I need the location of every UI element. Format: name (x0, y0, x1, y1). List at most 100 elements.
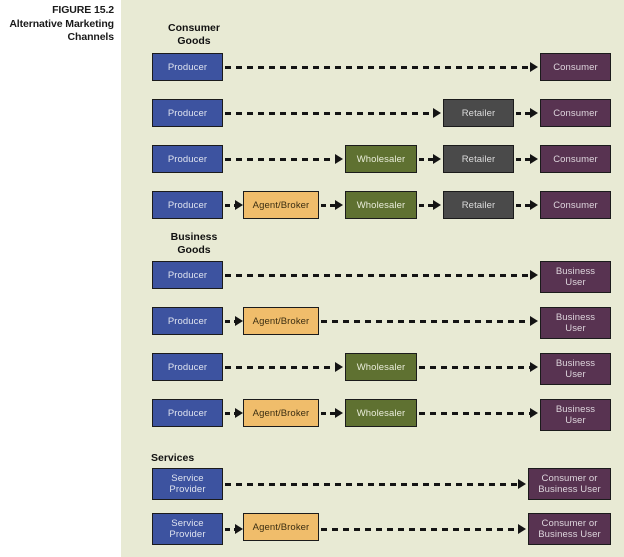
node-consumer[interactable]: Consumer (540, 53, 611, 81)
figure-title-line-2: Channels (67, 31, 115, 43)
node-label: Producer (167, 153, 208, 165)
node-label: Consumer or Business User (536, 473, 603, 495)
connector-wholesaler-to-retailer (419, 154, 441, 164)
node-label: Business User (554, 358, 597, 380)
node-label: Agent/Broker (252, 407, 310, 419)
connector-producer-to-wholesaler (225, 362, 343, 372)
node-label: Wholesaler (356, 199, 406, 211)
node-label: Consumer (553, 61, 598, 73)
node-producer[interactable]: Producer (152, 307, 223, 335)
node-wholesaler[interactable]: Wholesaler (345, 191, 417, 219)
node-label-line-2: Provider (169, 484, 206, 495)
node-label: Service Provider (167, 518, 207, 540)
node-business-user[interactable]: Business User (540, 399, 611, 431)
node-label: Agent/Broker (252, 199, 310, 211)
node-agent-broker[interactable]: Agent/Broker (243, 399, 319, 427)
node-business-user[interactable]: Business User (540, 353, 611, 385)
figure-caption: FIGURE 15.2 Alternative Marketing Channe… (0, 4, 114, 45)
node-label: Producer (167, 61, 208, 73)
node-wholesaler[interactable]: Wholesaler (345, 353, 417, 381)
connector-retailer-to-consumer (516, 200, 538, 210)
section-title-consumer-goods: Consumer Goods (157, 22, 231, 47)
section-title-services: Services (151, 452, 237, 465)
connector-producer-to-agent-broker (225, 316, 243, 326)
node-consumer[interactable]: Consumer (540, 191, 611, 219)
node-producer[interactable]: Producer (152, 191, 223, 219)
node-label-line-1: Service (171, 473, 204, 484)
node-retailer[interactable]: Retailer (443, 145, 514, 173)
node-label-line-1: Business (555, 266, 596, 277)
node-label-line-1: Business (555, 312, 596, 323)
node-service-provider[interactable]: Service Provider (152, 468, 223, 500)
node-producer[interactable]: Producer (152, 261, 223, 289)
diagram-panel: Consumer Goods Producer Consumer Produce… (121, 0, 624, 557)
section-title-line-1: Services (151, 452, 195, 464)
node-label-line-1: Business (555, 358, 596, 369)
node-business-user[interactable]: Business User (540, 307, 611, 339)
node-label: Producer (167, 315, 208, 327)
connector-producer-to-wholesaler (225, 154, 343, 164)
node-label: Business User (554, 312, 597, 334)
connector-wholesaler-to-business-user (419, 408, 538, 418)
node-label: Producer (167, 407, 208, 419)
connector-agent-broker-to-wholesaler (321, 408, 343, 418)
node-label-line-2: User (565, 415, 586, 426)
node-label: Service Provider (167, 473, 207, 495)
connector-producer-to-agent-broker (225, 200, 243, 210)
node-label: Business User (554, 404, 597, 426)
node-label: Producer (167, 361, 208, 373)
figure-number: FIGURE 15.2 (52, 4, 114, 16)
section-title-line-2: Goods (177, 243, 211, 256)
section-title-line-2: Goods (177, 34, 211, 47)
node-consumer[interactable]: Consumer (540, 145, 611, 173)
node-label-line-2: User (565, 323, 586, 334)
node-label-line-1: Consumer or (541, 473, 598, 484)
node-label: Agent/Broker (252, 315, 310, 327)
node-consumer[interactable]: Consumer (540, 99, 611, 127)
node-agent-broker[interactable]: Agent/Broker (243, 513, 319, 541)
node-agent-broker[interactable]: Agent/Broker (243, 307, 319, 335)
node-label: Retailer (461, 153, 496, 165)
node-retailer[interactable]: Retailer (443, 99, 514, 127)
connector-producer-to-agent-broker (225, 408, 243, 418)
node-producer[interactable]: Producer (152, 145, 223, 173)
node-wholesaler[interactable]: Wholesaler (345, 399, 417, 427)
connector-producer-to-business-user (225, 270, 538, 280)
node-label: Consumer or Business User (536, 518, 603, 540)
connector-agent-broker-to-wholesaler (321, 200, 343, 210)
node-label-line-2: Business User (538, 484, 601, 495)
node-label: Business User (554, 266, 597, 288)
node-label: Retailer (461, 199, 496, 211)
figure-title-line-1: Alternative Marketing (9, 17, 114, 30)
node-producer[interactable]: Producer (152, 53, 223, 81)
node-label-line-2: User (565, 369, 586, 380)
node-label: Consumer (553, 199, 598, 211)
node-wholesaler[interactable]: Wholesaler (345, 145, 417, 173)
node-label-line-2: Business User (538, 529, 601, 540)
node-producer[interactable]: Producer (152, 99, 223, 127)
node-label: Consumer (553, 107, 598, 119)
node-consumer-or-business-user[interactable]: Consumer or Business User (528, 513, 611, 545)
node-business-user[interactable]: Business User (540, 261, 611, 293)
node-label: Wholesaler (356, 361, 406, 373)
connector-wholesaler-to-retailer (419, 200, 441, 210)
node-producer[interactable]: Producer (152, 399, 223, 427)
figure-container: FIGURE 15.2 Alternative Marketing Channe… (0, 0, 624, 557)
connector-agent-broker-to-business-user (321, 316, 538, 326)
node-label-line-2: User (565, 277, 586, 288)
node-consumer-or-business-user[interactable]: Consumer or Business User (528, 468, 611, 500)
node-label: Wholesaler (356, 153, 406, 165)
connector-producer-to-retailer (225, 108, 441, 118)
connector-agent-broker-to-consumer-or-business-user (321, 524, 526, 534)
section-title-business-goods: Business Goods (157, 231, 231, 256)
node-retailer[interactable]: Retailer (443, 191, 514, 219)
node-agent-broker[interactable]: Agent/Broker (243, 191, 319, 219)
node-producer[interactable]: Producer (152, 353, 223, 381)
node-label: Agent/Broker (252, 521, 310, 533)
node-label-line-1: Consumer or (541, 518, 598, 529)
node-service-provider[interactable]: Service Provider (152, 513, 223, 545)
node-label: Producer (167, 199, 208, 211)
node-label: Retailer (461, 107, 496, 119)
node-label-line-2: Provider (169, 529, 206, 540)
node-label: Wholesaler (356, 407, 406, 419)
